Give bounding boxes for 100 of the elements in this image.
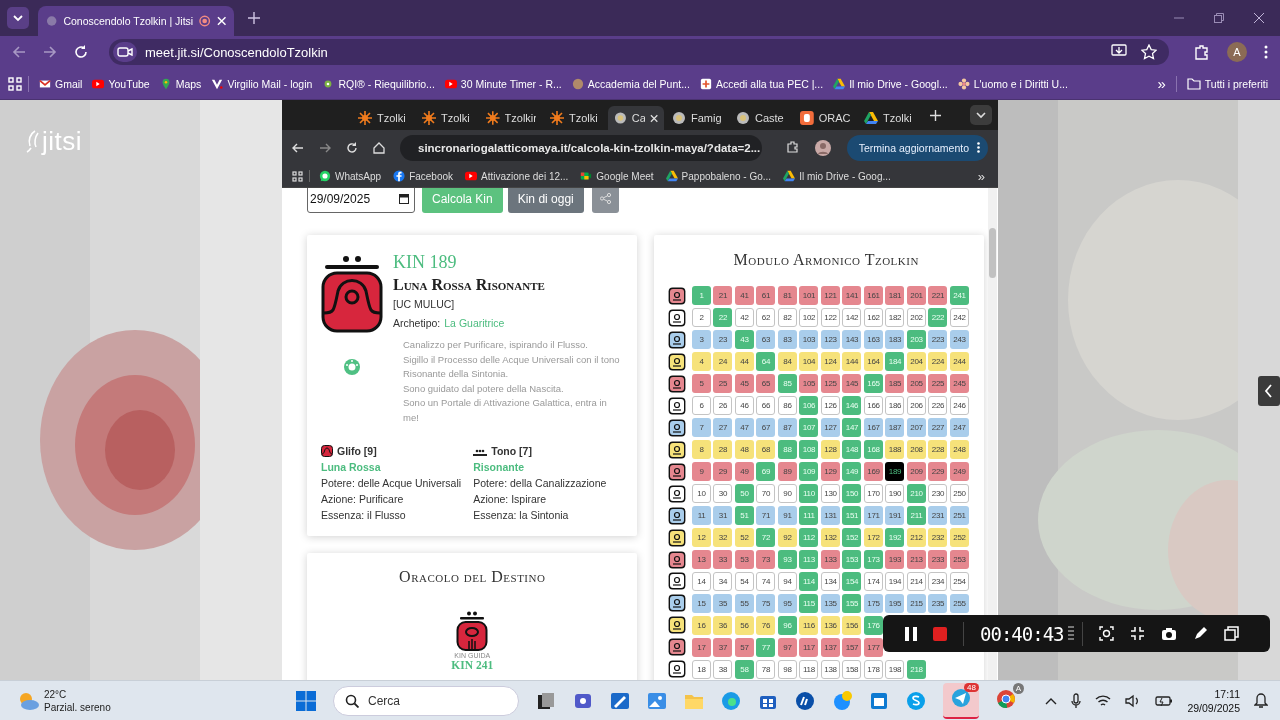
kin-cell[interactable]: 18 [692,659,711,679]
pause-icon[interactable] [905,626,917,641]
new-tab-icon[interactable] [930,109,941,121]
kin-cell[interactable]: 182 [885,308,905,328]
kin-cell[interactable]: 231 [928,506,948,526]
start-icon[interactable] [296,690,316,711]
kin-cell[interactable]: 63 [756,330,776,350]
kin-cell[interactable]: 75 [756,593,776,613]
browser-tab[interactable]: Tzolki [352,106,414,130]
kin-cell[interactable]: 84 [778,352,797,372]
more-bookmarks-button[interactable]: » [1153,73,1170,94]
kin-cell[interactable]: 172 [864,528,883,547]
kin-cell[interactable]: 158 [842,659,862,679]
kin-cell[interactable]: 4 [692,352,711,372]
new-tab-icon[interactable] [248,12,260,24]
browser-tab[interactable]: Famig [666,106,728,130]
kin-cell[interactable]: 31 [713,506,733,526]
kin-cell[interactable]: 188 [885,440,905,460]
microphone-icon[interactable] [1071,692,1082,709]
bookmark[interactable]: Attivazione dei 12... [462,170,572,182]
profile-avatar[interactable]: A [1227,42,1247,62]
kin-cell[interactable]: 24 [713,352,733,372]
kin-cell[interactable]: 254 [950,572,969,591]
bookmark[interactable]: L'uomo e i Diritti U... [953,75,1072,92]
pen-app-icon[interactable] [610,690,630,711]
kin-cell[interactable]: 102 [799,308,819,328]
kin-cell[interactable]: 177 [864,637,883,657]
taskbar-app-button[interactable]: A [996,683,1024,718]
kin-cell[interactable]: 14 [692,572,711,591]
kin-cell[interactable]: 137 [821,637,840,657]
browser-tab[interactable]: Caste [730,106,792,130]
kin-cell[interactable]: 208 [907,440,926,460]
kin-cell[interactable]: 131 [821,506,840,526]
bell-icon[interactable] [1254,692,1268,709]
kin-cell[interactable]: 74 [756,572,776,591]
kin-cell[interactable]: 128 [821,440,840,460]
kin-cell[interactable]: 54 [735,572,754,591]
kin-cell[interactable]: 204 [907,352,926,372]
kin-cell[interactable]: 225 [928,374,948,394]
bookmark[interactable]: YouTube [88,75,154,92]
kin-cell[interactable]: 213 [907,550,926,569]
kin-cell[interactable]: 45 [735,374,754,394]
kin-cell[interactable]: 62 [756,308,776,328]
kin-cell[interactable]: 56 [735,615,754,635]
kin-cell[interactable]: 162 [864,308,883,328]
kin-cell[interactable]: 13 [692,550,711,569]
scroll-thumb[interactable] [989,228,996,278]
kin-cell[interactable]: 185 [885,374,905,394]
kin-cell[interactable]: 41 [735,286,754,306]
browser-tab[interactable]: Tzolki [544,106,606,130]
bookmark[interactable]: Accademia del Punt... [567,75,694,92]
kin-cell[interactable]: 81 [778,286,797,306]
search-field[interactable]: Cerca [333,685,519,716]
stop-icon[interactable] [933,626,947,641]
kin-cell[interactable]: 163 [864,330,883,350]
kin-cell[interactable]: 23 [713,330,733,350]
share-button[interactable] [591,188,619,213]
kin-cell[interactable]: 223 [928,330,948,350]
browser-tab[interactable]: ORAC [794,106,856,130]
kin-cell[interactable]: 167 [864,418,883,438]
kin-cell[interactable]: 16 [692,615,711,635]
kin-cell[interactable]: 249 [950,462,969,482]
kin-cell[interactable]: 246 [950,396,969,416]
kin-cell[interactable]: 67 [756,418,776,438]
kin-cell[interactable]: 44 [735,352,754,372]
kin-cell[interactable]: 27 [713,418,733,438]
apps-grid-icon[interactable] [292,170,303,182]
kin-cell[interactable]: 127 [821,418,840,438]
kin-cell[interactable]: 5 [692,374,711,394]
kin-cell[interactable]: 3 [692,330,711,350]
kin-cell[interactable]: 187 [885,418,905,438]
kin-cell[interactable]: 90 [778,484,797,504]
kin-cell[interactable]: 2 [692,308,711,328]
kin-cell[interactable]: 145 [842,374,862,394]
kin-cell[interactable]: 136 [821,615,840,635]
kin-cell[interactable]: 92 [778,528,797,547]
tab-list-icon[interactable] [7,7,29,29]
kin-cell[interactable]: 91 [778,506,797,526]
kin-cell[interactable]: 156 [842,615,862,635]
kin-cell[interactable]: 122 [821,308,840,328]
kin-cell[interactable]: 132 [821,528,840,547]
bookmark[interactable]: Pappobaleno - Go... [662,170,775,182]
kin-cell[interactable]: 71 [756,506,776,526]
kin-cell[interactable]: 233 [928,550,948,569]
camera-icon[interactable] [1160,626,1177,641]
kin-cell[interactable]: 55 [735,593,754,613]
side-panel-toggle-icon[interactable] [1258,376,1280,406]
bookmark[interactable]: Accedi alla tua PEC |... [695,75,828,92]
close-icon[interactable] [649,113,658,123]
kin-cell[interactable]: 68 [756,440,776,460]
kin-cell[interactable]: 30 [713,484,733,504]
kin-cell[interactable]: 94 [778,572,797,591]
kin-cell[interactable]: 105 [799,374,819,394]
kin-cell[interactable]: 193 [885,550,905,569]
clock[interactable]: 17:11 29/09/2025 [1187,686,1240,715]
kin-cell[interactable]: 6 [692,396,711,416]
kin-cell[interactable]: 232 [928,528,948,547]
kin-cell[interactable]: 37 [713,637,733,657]
kin-cell[interactable]: 134 [821,572,840,591]
form-button[interactable]: Kin di oggi [507,188,584,213]
